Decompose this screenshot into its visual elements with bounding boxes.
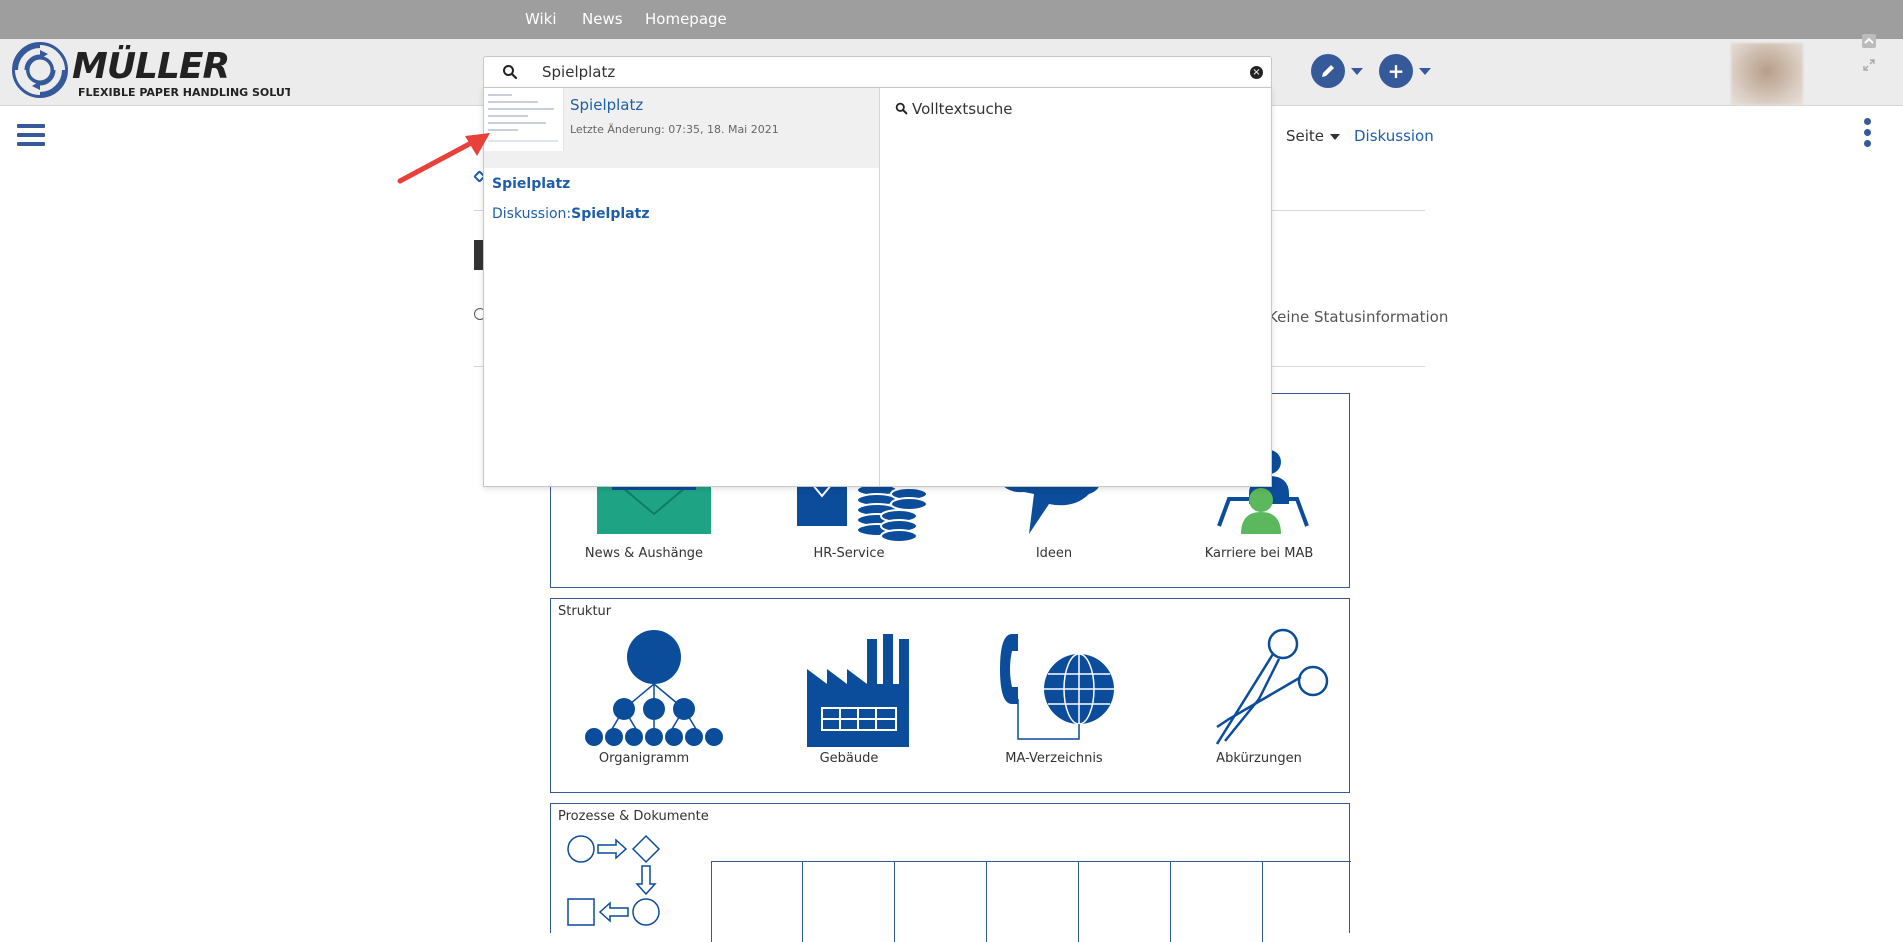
top-result[interactable]: Spielplatz Letzte Änderung: 07:35, 18. M… <box>484 88 879 168</box>
search-box: × <box>483 56 1272 88</box>
edit-button[interactable] <box>1311 54 1345 88</box>
org-chart-icon <box>585 630 723 746</box>
collapse-icon[interactable] <box>1862 33 1876 48</box>
suggestion-link[interactable]: Diskussion:Spielplatz <box>492 206 649 222</box>
suggestions-list: Spielplatz Letzte Änderung: 07:35, 18. M… <box>484 88 880 486</box>
process-row <box>711 861 1351 942</box>
process-flow-icon <box>567 834 661 926</box>
search-suggestions-dropdown: Spielplatz Letzte Änderung: 07:35, 18. M… <box>483 87 1272 487</box>
suggestion-link[interactable]: Spielplatz <box>492 176 570 192</box>
create-button[interactable]: + <box>1379 54 1413 88</box>
phone-globe-icon <box>1000 634 1114 740</box>
search-icon[interactable] <box>502 64 518 84</box>
diskussion-link[interactable]: Diskussion <box>1354 127 1434 145</box>
pencil-icon <box>1311 54 1345 98</box>
top-navigation: Wiki News Homepage <box>0 0 1903 39</box>
avatar[interactable] <box>1731 43 1803 105</box>
panel-title: Prozesse & Dokumente <box>558 809 709 824</box>
page-thumbnail <box>484 88 564 151</box>
tile-gebaeude[interactable]: Gebäude <box>759 599 939 789</box>
factory-icon <box>807 634 909 747</box>
topnav-wiki-link[interactable]: Wiki <box>525 10 557 28</box>
fulltext-search-link[interactable]: Volltextsuche <box>895 100 1013 118</box>
process-item[interactable] <box>1079 862 1171 942</box>
muller-logo-icon: MÜLLER FLEXIBLE PAPER HANDLING SOLUTIONS <box>12 42 323 99</box>
process-item[interactable] <box>803 862 895 942</box>
search-input[interactable] <box>542 60 1202 84</box>
tile-abkuerzungen[interactable]: Abkürzungen <box>1169 599 1349 789</box>
tile-organigramm[interactable]: Organigramm <box>554 599 734 789</box>
process-item[interactable] <box>1171 862 1263 942</box>
fullscreen-icon[interactable] <box>1862 57 1876 71</box>
hamburger-menu-icon[interactable] <box>17 124 45 146</box>
plus-icon: + <box>1387 59 1405 83</box>
top-result-meta: Letzte Änderung: 07:35, 18. Mai 2021 <box>570 123 779 136</box>
status-info: Keine Statusinformation <box>1268 308 1449 326</box>
panel-struktur: Struktur Organigramm Gebäude MA-Verzeich… <box>550 598 1350 793</box>
svg-text:FLEXIBLE PAPER HANDLING SOLUTI: FLEXIBLE PAPER HANDLING SOLUTIONS <box>78 86 290 99</box>
svg-text:MÜLLER: MÜLLER <box>72 45 229 87</box>
process-item[interactable] <box>711 862 803 942</box>
clear-search-icon[interactable]: × <box>1250 66 1263 79</box>
process-item[interactable] <box>895 862 987 942</box>
logo[interactable]: MÜLLER FLEXIBLE PAPER HANDLING SOLUTIONS <box>10 41 323 103</box>
process-item[interactable] <box>987 862 1079 942</box>
seite-menu[interactable]: Seite <box>1286 127 1340 145</box>
scissors-icon <box>1215 628 1329 745</box>
panel-prozesse: Prozesse & Dokumente <box>550 803 1351 942</box>
annotation-arrow-icon <box>397 133 490 184</box>
search-icon <box>895 102 908 115</box>
top-result-title[interactable]: Spielplatz <box>570 96 643 114</box>
topnav-homepage-link[interactable]: Homepage <box>645 10 727 28</box>
process-item[interactable] <box>1263 862 1351 942</box>
kebab-menu-icon[interactable] <box>1864 118 1872 151</box>
create-menu-chevron-down-icon[interactable] <box>1419 68 1431 75</box>
tile-ma-verzeichnis[interactable]: MA-Verzeichnis <box>964 599 1144 789</box>
fulltext-search-pane: Volltextsuche <box>880 88 1271 486</box>
edit-menu-chevron-down-icon[interactable] <box>1351 68 1363 75</box>
topnav-news-link[interactable]: News <box>582 10 623 28</box>
